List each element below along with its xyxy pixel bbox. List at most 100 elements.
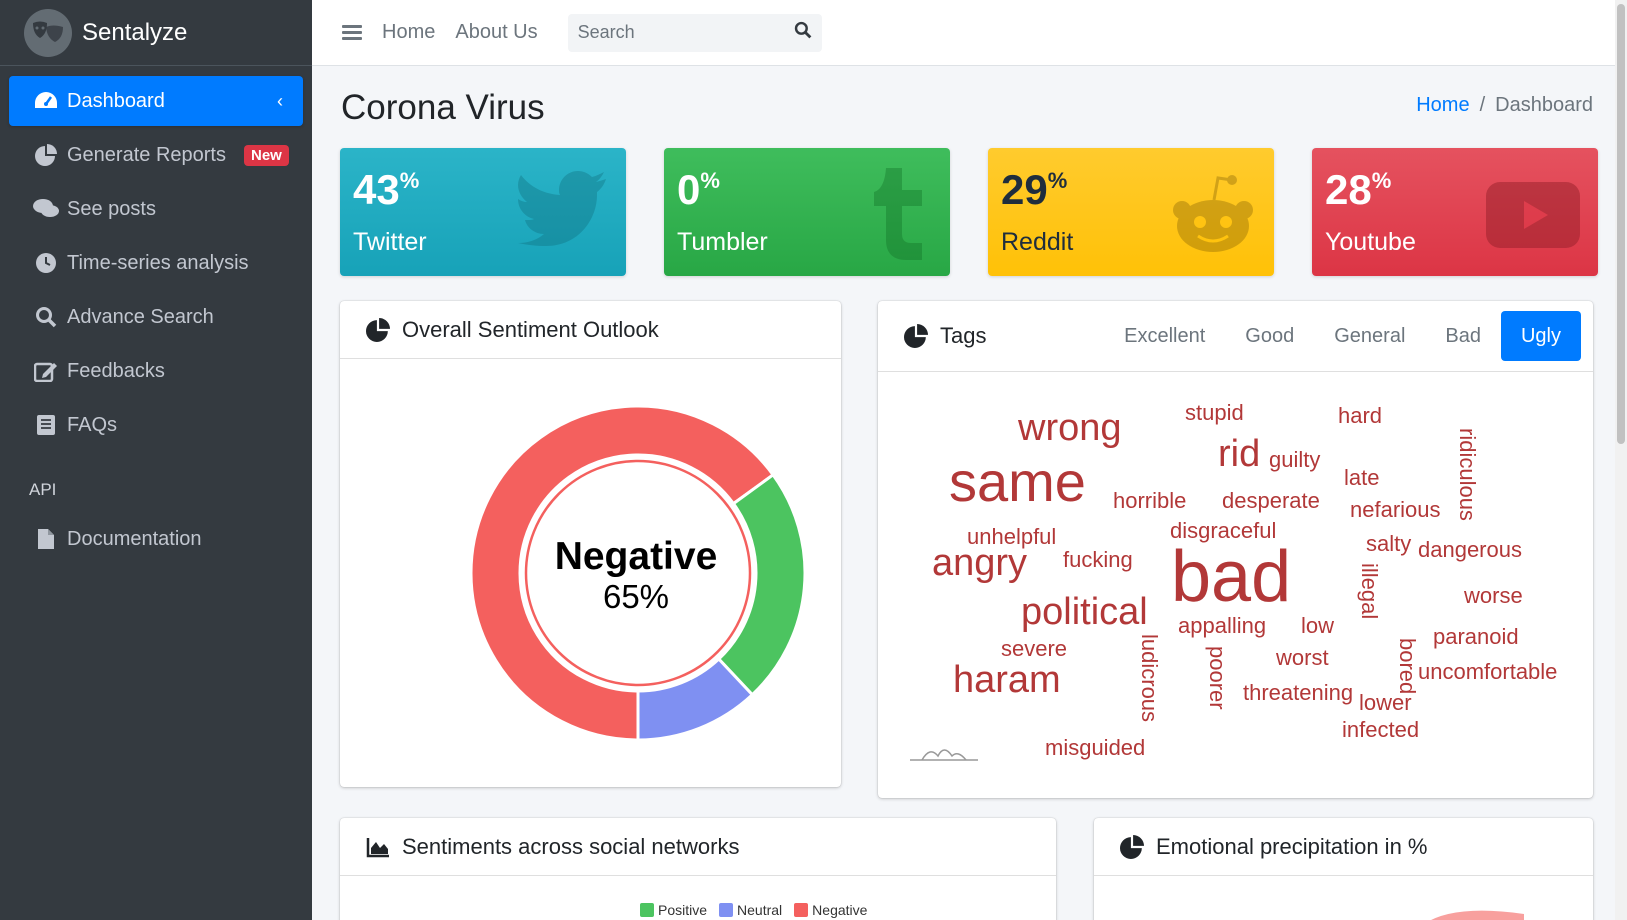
stat-label: Tumbler: [677, 228, 768, 256]
sidebar-item-faqs[interactable]: FAQs: [9, 400, 303, 450]
word-cloud-tag[interactable]: ludicrous: [1136, 634, 1162, 722]
emotions-chart-partial: [1431, 910, 1524, 920]
card-title: Tags: [940, 323, 987, 348]
word-cloud-tag[interactable]: bad: [1171, 536, 1291, 618]
stat-box-reddit[interactable]: 29% Reddit: [988, 148, 1274, 276]
brand-name: Sentalyze: [82, 18, 188, 46]
scrollbar-thumb[interactable]: [1617, 4, 1625, 444]
sidebar-item-label: Time-series analysis: [67, 251, 249, 274]
word-cloud-tag[interactable]: misguided: [1045, 735, 1145, 761]
word-cloud-tag[interactable]: ridiculous: [1454, 428, 1480, 521]
stat-box-twitter[interactable]: 43% Twitter: [340, 148, 626, 276]
word-cloud-tag[interactable]: worse: [1464, 583, 1523, 609]
menu-toggle-icon[interactable]: [342, 22, 362, 43]
reddit-icon: [1170, 174, 1256, 261]
word-cloud-tag[interactable]: fucking: [1063, 547, 1133, 573]
legend-item-negative[interactable]: Negative: [794, 902, 867, 918]
tab-excellent[interactable]: Excellent: [1104, 311, 1225, 361]
word-cloud: wrong stupid hard ridiculous same rid gu…: [878, 372, 1593, 798]
page-scrollbar[interactable]: [1615, 0, 1627, 920]
sidebar-item-label: Documentation: [67, 527, 202, 550]
tags-tabs: Excellent Good General Bad Ugly: [1104, 311, 1581, 361]
tab-ugly[interactable]: Ugly: [1500, 311, 1581, 361]
word-cloud-tag[interactable]: illegal: [1356, 563, 1382, 619]
area-chart-icon: [366, 836, 390, 858]
sidebar-item-time-series[interactable]: Time-series analysis: [9, 238, 303, 288]
word-cloud-tag[interactable]: hard: [1338, 403, 1382, 429]
word-cloud-tag[interactable]: haram: [953, 659, 1061, 702]
word-cloud-tag[interactable]: uncomfortable: [1418, 659, 1557, 685]
brand[interactable]: Sentalyze: [0, 0, 312, 66]
sidebar-item-generate-reports[interactable]: Generate Reports New: [9, 130, 303, 180]
legend-swatch: [719, 903, 734, 917]
stat-value: 43%: [353, 166, 420, 213]
search-icon: [33, 304, 59, 330]
word-cloud-tag[interactable]: poorer: [1204, 646, 1230, 710]
book-icon: [33, 412, 59, 438]
card-header: Tags Excellent Good General Bad Ugly: [878, 301, 1593, 372]
word-cloud-tag[interactable]: wrong: [1018, 407, 1122, 450]
sidebar: Sentalyze Dashboard ‹ Generate Reports N…: [0, 0, 312, 920]
pie-chart-icon: [1120, 834, 1144, 859]
wave-logo-icon: [910, 749, 978, 761]
word-cloud-tag[interactable]: guilty: [1269, 447, 1320, 473]
page-title: Corona Virus: [341, 88, 545, 127]
word-cloud-tag[interactable]: rid: [1218, 433, 1260, 476]
stat-box-youtube[interactable]: 28% Youtube: [1312, 148, 1598, 276]
word-cloud-tag[interactable]: nefarious: [1350, 497, 1441, 523]
word-cloud-tag[interactable]: bored: [1394, 638, 1420, 694]
word-cloud-tag[interactable]: appalling: [1178, 613, 1266, 639]
search-input[interactable]: [577, 22, 768, 43]
word-cloud-tag[interactable]: salty: [1366, 531, 1411, 557]
nav-link-home[interactable]: Home: [382, 21, 435, 44]
twitter-icon: [518, 170, 608, 251]
tags-card: Tags Excellent Good General Bad Ugly wro…: [878, 301, 1593, 798]
search-icon[interactable]: [794, 21, 812, 44]
sidebar-item-label: Dashboard: [67, 89, 165, 112]
card-title: Overall Sentiment Outlook: [402, 316, 659, 342]
sentiment-donut-chart: Negative 65%: [469, 404, 807, 742]
word-cloud-tag[interactable]: lower: [1359, 690, 1412, 716]
card-title: Sentiments across social networks: [402, 833, 740, 859]
sidebar-item-documentation[interactable]: Documentation: [9, 514, 303, 564]
stat-box-tumbler[interactable]: 0% Tumbler: [664, 148, 950, 276]
tab-bad[interactable]: Bad: [1425, 311, 1501, 361]
word-cloud-tag[interactable]: political: [1021, 591, 1148, 634]
word-cloud-tag[interactable]: same: [949, 449, 1086, 514]
sidebar-item-feedbacks[interactable]: Feedbacks: [9, 346, 303, 396]
brand-logo-icon: [24, 8, 72, 57]
word-cloud-tag[interactable]: dangerous: [1418, 537, 1522, 563]
word-cloud-tag[interactable]: late: [1344, 465, 1379, 491]
donut-center-label: Negative: [555, 535, 718, 578]
legend-label: Positive: [658, 902, 708, 918]
sidebar-section-header: API: [29, 480, 57, 499]
card-title: Emotional precipitation in %: [1156, 833, 1428, 859]
legend-label: Negative: [812, 902, 868, 918]
card-header: Overall Sentiment Outlook: [340, 301, 841, 359]
legend-item-neutral[interactable]: Neutral: [719, 902, 782, 918]
word-cloud-tag[interactable]: angry: [932, 542, 1027, 585]
word-cloud-tag[interactable]: desperate: [1222, 488, 1320, 514]
stat-value: 0%: [677, 166, 720, 213]
word-cloud-tag[interactable]: infected: [1342, 717, 1419, 743]
word-cloud-tag[interactable]: stupid: [1185, 400, 1244, 426]
breadcrumb-home[interactable]: Home: [1416, 94, 1469, 117]
stat-label: Youtube: [1325, 228, 1416, 256]
tab-general[interactable]: General: [1314, 311, 1425, 361]
sidebar-item-see-posts[interactable]: See posts: [9, 184, 303, 234]
word-cloud-tag[interactable]: paranoid: [1433, 624, 1519, 650]
word-cloud-tag[interactable]: low: [1301, 613, 1334, 639]
nav-link-about[interactable]: About Us: [455, 21, 537, 44]
stat-label: Twitter: [353, 228, 427, 256]
sidebar-item-dashboard[interactable]: Dashboard ‹: [9, 76, 303, 126]
pie-chart-icon: [904, 324, 928, 348]
donut-center-value: 65%: [603, 578, 669, 615]
word-cloud-tag[interactable]: horrible: [1113, 488, 1186, 514]
word-cloud-tag[interactable]: worst: [1276, 645, 1329, 671]
sidebar-item-advance-search[interactable]: Advance Search: [9, 292, 303, 342]
word-cloud-tag[interactable]: threatening: [1243, 680, 1353, 706]
tab-good[interactable]: Good: [1225, 311, 1314, 361]
edit-icon: [33, 358, 59, 384]
legend-item-positive[interactable]: Positive: [640, 902, 707, 918]
sidebar-item-label: Feedbacks: [67, 359, 165, 382]
